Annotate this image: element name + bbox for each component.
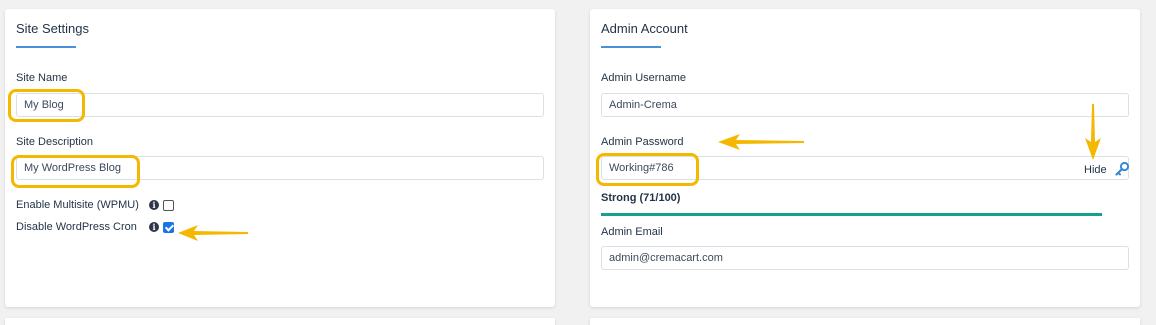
title-underline xyxy=(601,46,661,48)
multisite-checkbox[interactable] xyxy=(163,200,174,211)
hide-password-toggle[interactable]: Hide xyxy=(1084,164,1107,176)
admin-password-label: Admin Password xyxy=(601,136,684,148)
installer-settings: Site Settings Site Name My Blog Site Des… xyxy=(0,0,1156,325)
password-strength-bar xyxy=(601,213,1102,216)
site-name-input[interactable]: My Blog xyxy=(16,93,544,117)
admin-email-input[interactable]: admin@cremacart.com xyxy=(601,246,1129,270)
admin-password-input[interactable]: Working#786 xyxy=(601,156,1129,180)
admin-username-label: Admin Username xyxy=(601,72,686,84)
cron-checkbox[interactable] xyxy=(163,222,174,233)
admin-email-label: Admin Email xyxy=(601,226,663,238)
site-name-label: Site Name xyxy=(16,72,68,84)
multisite-label: Enable Multisite (WPMU) xyxy=(16,199,139,211)
info-icon[interactable]: i xyxy=(149,222,159,232)
next-panel-edge xyxy=(590,318,1140,325)
password-strength-fill xyxy=(601,213,1102,216)
admin-username-input[interactable]: Admin-Crema xyxy=(601,93,1129,117)
next-panel-edge xyxy=(5,318,555,325)
site-settings-title: Site Settings xyxy=(16,21,89,36)
title-underline xyxy=(16,46,76,48)
site-description-label: Site Description xyxy=(16,136,94,148)
password-strength-text: Strong (71/100) xyxy=(601,192,681,204)
site-settings-panel: Site Settings Site Name My Blog Site Des… xyxy=(5,9,555,307)
site-description-input[interactable]: My WordPress Blog xyxy=(16,156,544,180)
info-icon[interactable]: i xyxy=(149,200,159,210)
key-icon[interactable] xyxy=(1114,161,1130,177)
admin-account-panel: Admin Account Admin Username Admin-Crema… xyxy=(590,9,1140,307)
admin-account-title: Admin Account xyxy=(601,21,688,36)
cron-label: Disable WordPress Cron xyxy=(16,221,137,233)
